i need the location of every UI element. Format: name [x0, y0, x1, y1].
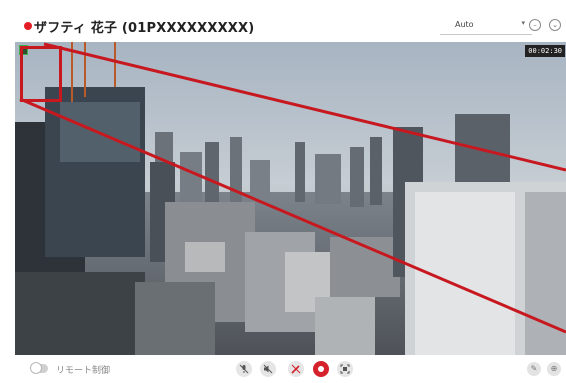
header: ザフティ 花子 (01PXXXXXXXXX) Auto ▾ – ⌄ [0, 0, 566, 42]
draw-icon[interactable] [288, 361, 304, 377]
record-icon[interactable] [313, 361, 329, 377]
speaker-mute-icon[interactable] [260, 361, 276, 377]
session-title: ザフティ 花子 (01PXXXXXXXXX) [34, 21, 255, 36]
quality-select[interactable]: Auto ▾ [440, 16, 532, 35]
elapsed-timecode: 00:02:30 [525, 45, 565, 57]
city-video-frame [15, 42, 566, 355]
recording-indicator-icon [24, 22, 32, 30]
circle-minus-icon[interactable]: – [529, 19, 541, 31]
annotation-highlight-box [20, 46, 62, 102]
mic-mute-icon[interactable] [236, 361, 252, 377]
edit-icon[interactable]: ✎ [527, 362, 541, 376]
chevron-down-icon: ▾ [521, 19, 525, 27]
circle-chevron-icon[interactable]: ⌄ [549, 19, 561, 31]
video-feed[interactable]: 00:02:30 [15, 42, 566, 355]
control-bar: リモート制御 ✎ ⊕ [0, 355, 566, 381]
crosshair-icon[interactable]: ⊕ [547, 362, 561, 376]
capture-icon[interactable] [337, 361, 353, 377]
quality-value: Auto [455, 20, 474, 29]
toggle-knob[interactable] [30, 362, 42, 374]
remote-control-label: リモート制御 [56, 366, 111, 376]
